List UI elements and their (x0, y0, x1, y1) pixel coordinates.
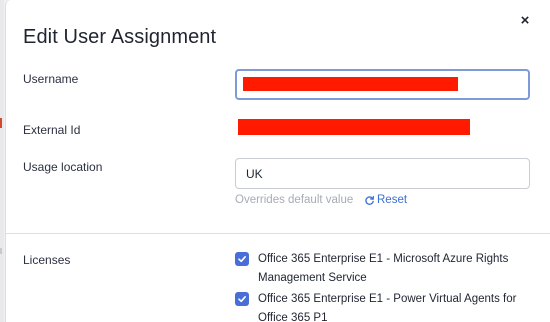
license-item: Office 365 Enterprise E1 - Power Virtual… (235, 290, 535, 322)
redacted-external-id (238, 119, 470, 135)
edit-user-assignment-dialog: × Edit User Assignment Username External… (5, 0, 550, 322)
dialog-title: Edit User Assignment (23, 26, 217, 48)
license-checkbox[interactable] (235, 292, 249, 306)
close-button[interactable]: × (514, 10, 536, 32)
section-divider (6, 233, 550, 234)
license-label[interactable]: Office 365 Enterprise E1 - Power Virtual… (258, 290, 535, 322)
usage-location-label: Usage location (23, 160, 103, 174)
reset-label[interactable]: Reset (377, 194, 407, 206)
license-item: Office 365 Enterprise E1 - Microsoft Azu… (235, 250, 535, 288)
close-icon[interactable]: × (521, 12, 530, 29)
reset-link[interactable]: Reset (364, 194, 407, 206)
username-label: Username (23, 72, 79, 86)
license-label[interactable]: Office 365 Enterprise E1 - Microsoft Azu… (258, 250, 535, 288)
check-icon (238, 296, 246, 303)
license-checkbox[interactable] (235, 252, 249, 266)
background-marker (0, 118, 2, 128)
reset-icon (365, 195, 374, 205)
usage-location-input[interactable] (235, 158, 530, 189)
usage-location-hint: Overrides default value (235, 194, 354, 206)
licenses-label: Licenses (23, 253, 71, 267)
check-icon (238, 256, 246, 263)
redacted-username (243, 77, 458, 91)
background-marker (0, 248, 2, 254)
background-page-edge (0, 0, 4, 322)
external-id-label: External Id (23, 123, 81, 137)
